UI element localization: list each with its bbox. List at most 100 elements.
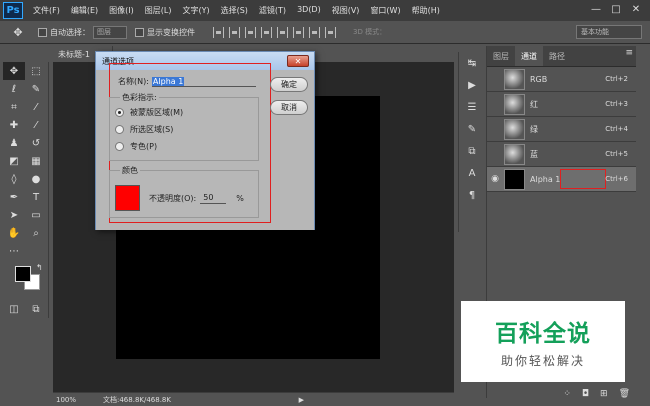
radio-masked-label: 被蒙版区域(M) [130,108,184,117]
channel-row-green[interactable]: 绿 Ctrl+4 [487,117,636,142]
menu-window[interactable]: 窗口(W) [370,5,400,16]
channel-options-dialog: 通道选项 ✕ 名称(N): Alpha 1 色彩指示: 被蒙版区域(M) 所选区… [95,51,315,230]
ok-button[interactable]: 确定 [270,77,308,92]
history-brush-icon[interactable]: ↺ [25,134,47,152]
more-tools-icon[interactable]: ⋯ [3,242,25,260]
marquee-icon[interactable]: ⬚ [25,62,47,80]
menu-layer[interactable]: 图层(L) [145,5,172,16]
pen-icon[interactable]: ✒ [3,188,25,206]
eraser-icon[interactable]: ◩ [3,152,25,170]
dialog-close-button[interactable]: ✕ [287,55,309,67]
save-selection-icon[interactable]: ◘ [582,389,589,399]
radio-spot-color[interactable]: 专色(P) [115,138,258,155]
actions-panel-icon[interactable]: ▶ [459,74,485,96]
mask-color-swatch[interactable] [115,185,140,211]
menu-3d[interactable]: 3D(D) [297,5,321,16]
menu-view[interactable]: 视图(V) [332,5,360,16]
tab-channels[interactable]: 通道 [515,46,543,66]
menu-file[interactable]: 文件(F) [33,5,60,16]
menu-type[interactable]: 文字(Y) [182,5,209,16]
swap-colors-icon[interactable]: ↰ [36,263,43,272]
close-button[interactable]: ✕ [626,2,646,17]
radio-masked-areas[interactable]: 被蒙版区域(M) [115,104,258,121]
eyedropper-icon[interactable]: ⁄ [25,98,47,116]
distribute-icon[interactable] [309,26,320,38]
channel-thumbnail [504,68,525,90]
channel-row-alpha[interactable]: ◉ Alpha 1 Ctrl+6 [487,167,636,192]
tab-paths[interactable]: 路径 [543,46,571,66]
healing-icon[interactable]: ✚ [3,116,25,134]
dodge-icon[interactable]: ● [25,170,47,188]
shape-icon[interactable]: ▭ [25,206,47,224]
status-arrow-icon[interactable]: ▶ [299,396,304,404]
path-select-icon[interactable]: ➤ [3,206,25,224]
channel-name: 蓝 [530,149,538,159]
radio-dot[interactable] [115,142,124,151]
menu-select[interactable]: 选择(S) [221,5,248,16]
quick-mask-icon[interactable]: ◫ [3,300,25,318]
stamp-icon[interactable]: ♟ [3,134,25,152]
panel-menu-icon[interactable]: ≡ [625,48,633,58]
crop-icon[interactable]: ⌗ [3,98,25,116]
window-controls: — □ ✕ [586,2,646,17]
paragraph-panel-icon[interactable]: ¶ [459,184,485,206]
cancel-button[interactable]: 取消 [270,100,308,115]
screen-mode-icon[interactable]: ⧉ [25,300,47,318]
photoshop-window: Ps 文件(F) 编辑(E) 图像(I) 图层(L) 文字(Y) 选择(S) 滤… [0,0,650,406]
align-vcenter-icon[interactable] [229,26,240,38]
channel-row-rgb[interactable]: RGB Ctrl+2 [487,67,636,92]
name-input[interactable]: Alpha 1 [151,76,256,87]
menu-help[interactable]: 帮助(H) [412,5,440,16]
auto-select-option[interactable]: 自动选择： 图层 [38,25,127,39]
channel-thumbnail [504,118,525,140]
radio-dot[interactable] [115,108,124,117]
foreground-color[interactable] [15,266,31,282]
align-top-icon[interactable] [213,26,224,38]
type-icon[interactable]: T [25,188,47,206]
quick-select-icon[interactable]: ✎ [25,80,47,98]
properties-panel-icon[interactable]: ☰ [459,96,485,118]
gradient-icon[interactable]: ▦ [25,152,47,170]
lasso-icon[interactable]: ℓ [3,80,25,98]
channel-shortcut: Ctrl+5 [605,150,628,158]
name-row: 名称(N): Alpha 1 [118,76,256,87]
align-right-icon[interactable] [293,26,304,38]
opacity-input[interactable]: 50 [200,193,227,204]
load-selection-icon[interactable]: ⁘ [563,389,571,399]
menu-filter[interactable]: 滤镜(T) [259,5,286,16]
new-channel-icon[interactable]: ⊞ [600,389,608,399]
auto-select-dropdown[interactable]: 图层 [93,25,127,39]
history-panel-icon[interactable]: ↹ [459,52,485,74]
clone-source-icon[interactable]: ⧉ [459,140,485,162]
auto-select-checkbox[interactable] [38,27,47,37]
menu-image[interactable]: 图像(I) [109,5,134,16]
move-tool-icon[interactable]: ✥ [6,23,30,41]
transform-controls-option[interactable]: 显示变换控件 [135,27,195,38]
minimize-button[interactable]: — [586,2,606,17]
zoom-icon[interactable]: ⌕ [25,224,47,242]
radio-selected-areas[interactable]: 所选区域(S) [115,121,258,138]
hand-icon[interactable]: ✋ [3,224,25,242]
workspace-dropdown[interactable]: 基本功能 [576,25,642,39]
align-left-icon[interactable] [261,26,272,38]
distribute-h-icon[interactable] [325,26,336,38]
radio-dot[interactable] [115,125,124,134]
align-bottom-icon[interactable] [245,26,256,38]
transform-controls-label: 显示变换控件 [147,27,195,37]
tab-layers[interactable]: 图层 [487,46,515,66]
transform-controls-checkbox[interactable] [135,27,144,37]
move-icon[interactable]: ✥ [3,62,25,80]
trash-icon[interactable]: 🗑 [619,389,630,399]
auto-select-label: 自动选择： [50,27,90,37]
channel-row-blue[interactable]: 蓝 Ctrl+5 [487,142,636,167]
character-panel-icon[interactable]: A [459,162,485,184]
align-hcenter-icon[interactable] [277,26,288,38]
zoom-level[interactable]: 100% [53,396,93,404]
eye-icon[interactable]: ◉ [487,174,503,184]
blur-icon[interactable]: ◊ [3,170,25,188]
brush-panel-icon[interactable]: ✎ [459,118,485,140]
channel-row-red[interactable]: 红 Ctrl+3 [487,92,636,117]
menu-edit[interactable]: 编辑(E) [71,5,98,16]
brush-icon[interactable]: ⁄ [25,116,47,134]
maximize-button[interactable]: □ [606,2,626,17]
